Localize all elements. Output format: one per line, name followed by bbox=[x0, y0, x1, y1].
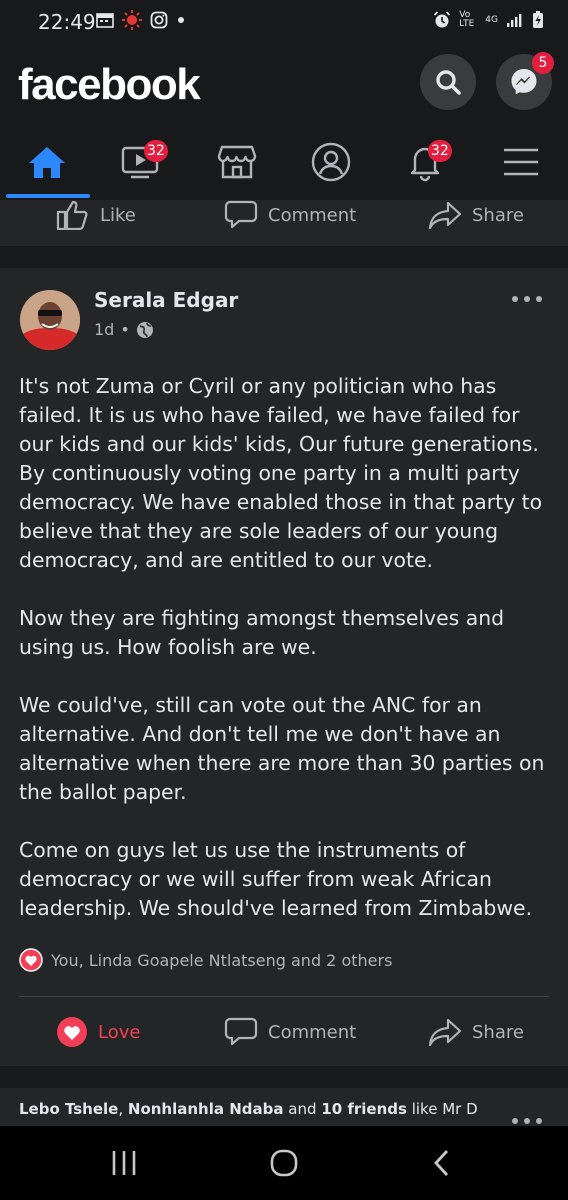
meta-separator: • bbox=[120, 320, 130, 339]
comment-icon bbox=[224, 1017, 258, 1047]
dot bbox=[524, 296, 530, 302]
instagram-icon bbox=[150, 11, 168, 29]
home-system-button[interactable] bbox=[254, 1146, 314, 1180]
profile-icon bbox=[311, 142, 351, 182]
menu-icon bbox=[502, 146, 540, 178]
friends-like-text[interactable]: Lebo Tshele, Nonhlanhla Ndaba and 10 fri… bbox=[19, 1100, 478, 1118]
previous-post-actions: Like Comment Share bbox=[0, 200, 568, 246]
dot bbox=[536, 1118, 542, 1124]
post-paragraph: We could've, still can vote out the ANC … bbox=[19, 693, 545, 804]
love-icon bbox=[56, 1016, 88, 1048]
more-options-button[interactable] bbox=[512, 292, 542, 306]
dot bbox=[512, 1118, 518, 1124]
love-reaction-icon bbox=[19, 948, 43, 972]
author-name[interactable]: Serala Edgar bbox=[94, 288, 238, 312]
friends-count[interactable]: 10 friends bbox=[321, 1100, 407, 1118]
home-icon bbox=[27, 144, 67, 180]
love-button[interactable]: Love bbox=[56, 1016, 140, 1048]
reactions-text: You, Linda Goapele Ntlatseng and 2 other… bbox=[51, 950, 393, 970]
tab-marketplace[interactable] bbox=[190, 126, 284, 198]
post-paragraph: Now they are fighting amongst themselves… bbox=[19, 606, 505, 659]
status-bar: 22:49 Vo LTE 4G bbox=[0, 0, 568, 44]
like-text: like Mr D bbox=[406, 1100, 478, 1118]
author-avatar[interactable] bbox=[20, 290, 80, 350]
dot bbox=[512, 296, 518, 302]
post-card: Serala Edgar 1d • It's not Zuma or Cyril… bbox=[0, 268, 568, 1066]
like-label: Like bbox=[100, 204, 136, 226]
dot bbox=[524, 1118, 530, 1124]
globe-icon bbox=[136, 321, 154, 339]
alarm-icon bbox=[433, 11, 451, 29]
facebook-logo[interactable]: facebook bbox=[18, 60, 201, 110]
home-circle-icon bbox=[269, 1148, 299, 1178]
post-time[interactable]: 1d bbox=[94, 320, 114, 339]
dot bbox=[536, 296, 542, 302]
watch-badge: 32 bbox=[144, 140, 168, 162]
tab-menu[interactable] bbox=[474, 126, 568, 198]
tab-watch[interactable]: 32 bbox=[94, 126, 188, 198]
tab-profile[interactable] bbox=[284, 126, 378, 198]
search-button[interactable] bbox=[420, 54, 476, 110]
tab-notifications[interactable]: 32 bbox=[378, 126, 472, 198]
friend-name[interactable]: Nonhlanhla Ndaba bbox=[128, 1100, 284, 1118]
comment-button[interactable]: Comment bbox=[224, 200, 356, 230]
reactions-summary[interactable]: You, Linda Goapele Ntlatseng and 2 other… bbox=[19, 948, 392, 972]
signal-icon bbox=[506, 12, 524, 28]
divider bbox=[19, 996, 549, 997]
friend-name[interactable]: Lebo Tshele bbox=[19, 1100, 118, 1118]
app-header: facebook 5 bbox=[0, 48, 568, 124]
dot-icon bbox=[176, 15, 186, 25]
system-nav-bar bbox=[0, 1126, 568, 1200]
conjunction: and bbox=[283, 1100, 322, 1118]
back-chevron-icon bbox=[432, 1148, 452, 1178]
post-meta: 1d • bbox=[94, 320, 154, 339]
share-label: Share bbox=[472, 204, 524, 226]
recent-apps-icon bbox=[110, 1150, 138, 1176]
tab-bar: 32 32 bbox=[0, 126, 568, 203]
tab-home[interactable] bbox=[0, 126, 94, 198]
sun-alert-icon bbox=[122, 10, 142, 30]
share-button[interactable]: Share bbox=[428, 200, 524, 230]
network-type: 4G bbox=[485, 14, 498, 25]
clock: 22:49 bbox=[38, 10, 96, 34]
share-label: Share bbox=[472, 1021, 524, 1043]
like-button[interactable]: Like bbox=[56, 200, 136, 230]
post-paragraph: Come on guys let us use the instruments … bbox=[19, 838, 533, 920]
next-post-card: Lebo Tshele, Nonhlanhla Ndaba and 10 fri… bbox=[0, 1088, 568, 1128]
post-paragraph: It's not Zuma or Cyril or any politician… bbox=[19, 374, 543, 572]
comment-icon bbox=[224, 200, 258, 230]
messenger-icon bbox=[509, 67, 539, 97]
messenger-button[interactable]: 5 bbox=[496, 52, 554, 110]
notifications-badge: 32 bbox=[428, 140, 452, 162]
share-icon bbox=[428, 1017, 462, 1047]
separator: , bbox=[118, 1100, 128, 1118]
battery-icon bbox=[532, 11, 544, 29]
love-label: Love bbox=[98, 1021, 141, 1043]
comment-button[interactable]: Comment bbox=[224, 1017, 356, 1047]
comment-label: Comment bbox=[268, 204, 357, 226]
share-button[interactable]: Share bbox=[428, 1017, 524, 1047]
comment-label: Comment bbox=[268, 1021, 357, 1043]
post-body: It's not Zuma or Cyril or any politician… bbox=[19, 372, 549, 952]
messenger-badge: 5 bbox=[532, 52, 554, 74]
back-button[interactable] bbox=[412, 1146, 472, 1180]
calendar-icon bbox=[96, 12, 114, 28]
thumbs-up-icon bbox=[56, 200, 90, 230]
recent-apps-button[interactable] bbox=[94, 1146, 154, 1180]
active-tab-indicator bbox=[6, 194, 90, 198]
share-icon bbox=[428, 200, 462, 230]
search-icon bbox=[434, 68, 462, 96]
volte-indicator: Vo LTE bbox=[459, 10, 475, 29]
marketplace-icon bbox=[217, 144, 257, 180]
